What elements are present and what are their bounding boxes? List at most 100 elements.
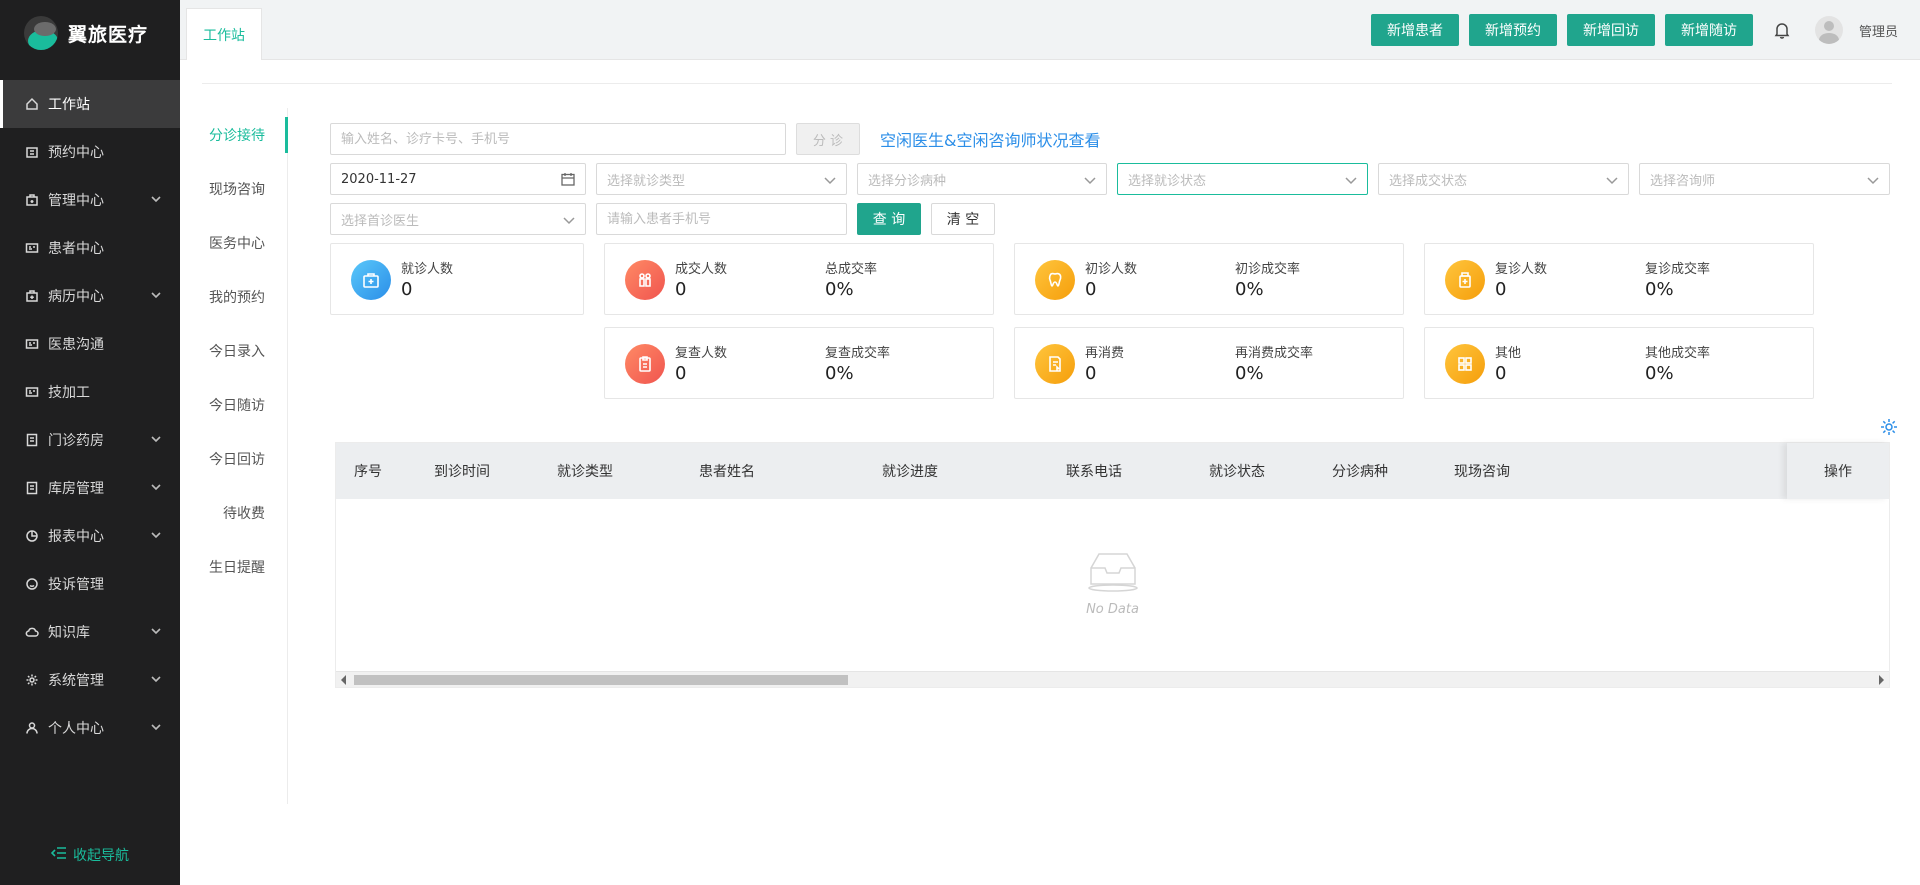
triage-table: 序号 到诊时间 就诊类型 患者姓名 就诊进度 联系电话 就诊状态 分诊病种 现场咨询 操作 No … [335,442,1890,688]
sub-nav: 分诊接待 现场咨询 医务中心 我的预约 今日录入 今日随访 今日回访 待收费 生日提醒 [202,108,288,804]
sidebar-item-2[interactable]: 管理中心 [0,176,180,224]
horizontal-scrollbar[interactable] [336,671,1889,687]
sidebar-item-0[interactable]: 工作站 [0,80,180,128]
sidebar-item-1[interactable]: 预约中心 [0,128,180,176]
sidebar-item-13[interactable]: 个人中心 [0,704,180,752]
sidebar-item-label: 投诉管理 [48,577,104,593]
chevron-down-icon [150,289,162,301]
bell-icon[interactable] [1773,21,1791,39]
stat-rate-value: 0% [1235,279,1264,300]
table-settings-gear-icon[interactable] [1880,418,1898,436]
subnav-item[interactable]: 今日录入 [202,324,287,378]
stat-label: 其他 [1495,346,1522,361]
tooth-icon [1035,260,1075,300]
sidebar-item-11[interactable]: 知识库 [0,608,180,656]
collapse-label: 收起导航 [73,848,129,864]
subnav-item[interactable]: 今日随访 [202,378,287,432]
add-return-visit-button[interactable]: 新增回访 [1566,14,1655,46]
stat-label: 复查人数 [675,346,728,361]
add-patient-button[interactable]: 新增患者 [1370,14,1459,46]
warehouse-icon [24,480,40,496]
consultant-select[interactable]: 选择咨询师 [1639,163,1890,195]
phone-input[interactable] [596,203,847,235]
column-header: 患者姓名 [699,464,755,480]
chevron-down-icon [1867,174,1879,186]
sidebar-item-12[interactable]: 系统管理 [0,656,180,704]
app-logo[interactable]: 翼旅医疗 [0,0,180,66]
first-doctor-placeholder: 选择首诊医生 [341,213,420,229]
subnav-item[interactable]: 分诊接待 [202,108,288,162]
sidebar-item-6[interactable]: 技加工 [0,368,180,416]
medicine-bottle-icon [1445,260,1485,300]
sidebar: 翼旅医疗 工作站预约中心管理中心 患者中心 病历中心 医患沟通技加工门诊药房库房管理报… [0,0,180,885]
date-picker[interactable]: 2020-11-27 [330,163,586,195]
clipboard-icon [625,344,665,384]
stat-rate-value: 0% [1645,363,1674,384]
column-header: 就诊进度 [882,464,938,480]
consultant-placeholder: 选择咨询师 [1650,173,1716,189]
top-bar: 工作站 新增患者 新增预约 新增回访 新增随访 管理员 [180,0,1920,60]
stat-card-deals: 成交人数 0 总成交率 0% [604,243,994,315]
collapse-nav-button[interactable]: 收起导航 [0,845,180,865]
scroll-right-arrow-icon[interactable] [1879,675,1884,685]
sidebar-item-label: 预约中心 [48,145,104,161]
subnav-item[interactable]: 生日提醒 [202,540,287,594]
grid-icon [1445,344,1485,384]
chevron-down-icon [150,193,162,205]
chevron-down-icon [150,673,162,685]
sidebar-item-7[interactable]: 门诊药房 [0,416,180,464]
receipt-icon [1035,344,1075,384]
triage-disease-placeholder: 选择分诊病种 [868,173,947,189]
sidebar-item-label: 库房管理 [48,481,104,497]
stat-rate-label: 复诊成交率 [1645,262,1711,277]
sidebar-item-3[interactable]: 患者中心 [0,224,180,272]
sidebar-item-8[interactable]: 库房管理 [0,464,180,512]
first-doctor-select[interactable]: 选择首诊医生 [330,203,586,235]
clear-button[interactable]: 清 空 [931,203,995,235]
scroll-left-arrow-icon[interactable] [341,675,346,685]
scroll-thumb[interactable] [354,675,848,685]
query-button[interactable]: 查 询 [857,203,921,235]
stat-card-other: 其他 0 其他成交率 0% [1424,327,1814,399]
triage-button[interactable]: 分 诊 [796,123,860,155]
subnav-item[interactable]: 现场咨询 [202,162,287,216]
sidebar-item-4[interactable]: 病历中心 [0,272,180,320]
medical-kit-icon [351,260,391,300]
sidebar-item-10[interactable]: 投诉管理 [0,560,180,608]
add-follow-up-button[interactable]: 新增随访 [1664,14,1753,46]
column-header: 序号 [354,464,382,480]
sidebar-item-5[interactable]: 医患沟通 [0,320,180,368]
column-header: 现场咨询 [1454,464,1510,480]
visit-type-select[interactable]: 选择就诊类型 [596,163,847,195]
stat-label: 初诊人数 [1085,262,1138,277]
visit-status-select[interactable]: 选择就诊状态 [1117,163,1368,195]
sidebar-item-label: 工作站 [48,97,90,113]
handshake-icon [625,260,665,300]
sidebar-item-9[interactable]: 报表中心 [0,512,180,560]
subnav-item[interactable]: 今日回访 [202,432,287,486]
column-header: 到诊时间 [434,464,490,480]
chevron-down-icon [150,625,162,637]
stat-rate-value: 0% [825,279,854,300]
gear-icon [24,672,40,688]
search-input[interactable] [330,123,786,155]
smile-icon [24,576,40,592]
sidebar-item-label: 技加工 [48,385,90,401]
sidebar-nav: 工作站预约中心管理中心 患者中心 病历中心 医患沟通技加工门诊药房库房管理报表中心投诉… [0,80,180,752]
avatar[interactable] [1814,16,1843,44]
idle-status-link[interactable]: 空闲医生&空闲咨询师状况查看 [880,127,1100,151]
cloud-icon [24,624,40,640]
deal-status-select[interactable]: 选择成交状态 [1378,163,1629,195]
stat-rate-label: 总成交率 [825,262,878,277]
user-name[interactable]: 管理员 [1859,21,1898,40]
tab-workstation[interactable]: 工作站 [186,8,262,60]
subnav-item[interactable]: 医务中心 [202,216,287,270]
stat-rate-label: 再消费成交率 [1235,346,1314,361]
subnav-item[interactable]: 我的预约 [202,270,287,324]
subnav-item[interactable]: 待收费 [202,486,287,540]
stat-value: 0 [675,363,687,384]
chevron-down-icon [1345,174,1357,186]
sidebar-item-label: 系统管理 [48,673,104,689]
add-appointment-button[interactable]: 新增预约 [1468,14,1557,46]
triage-disease-select[interactable]: 选择分诊病种 [857,163,1107,195]
